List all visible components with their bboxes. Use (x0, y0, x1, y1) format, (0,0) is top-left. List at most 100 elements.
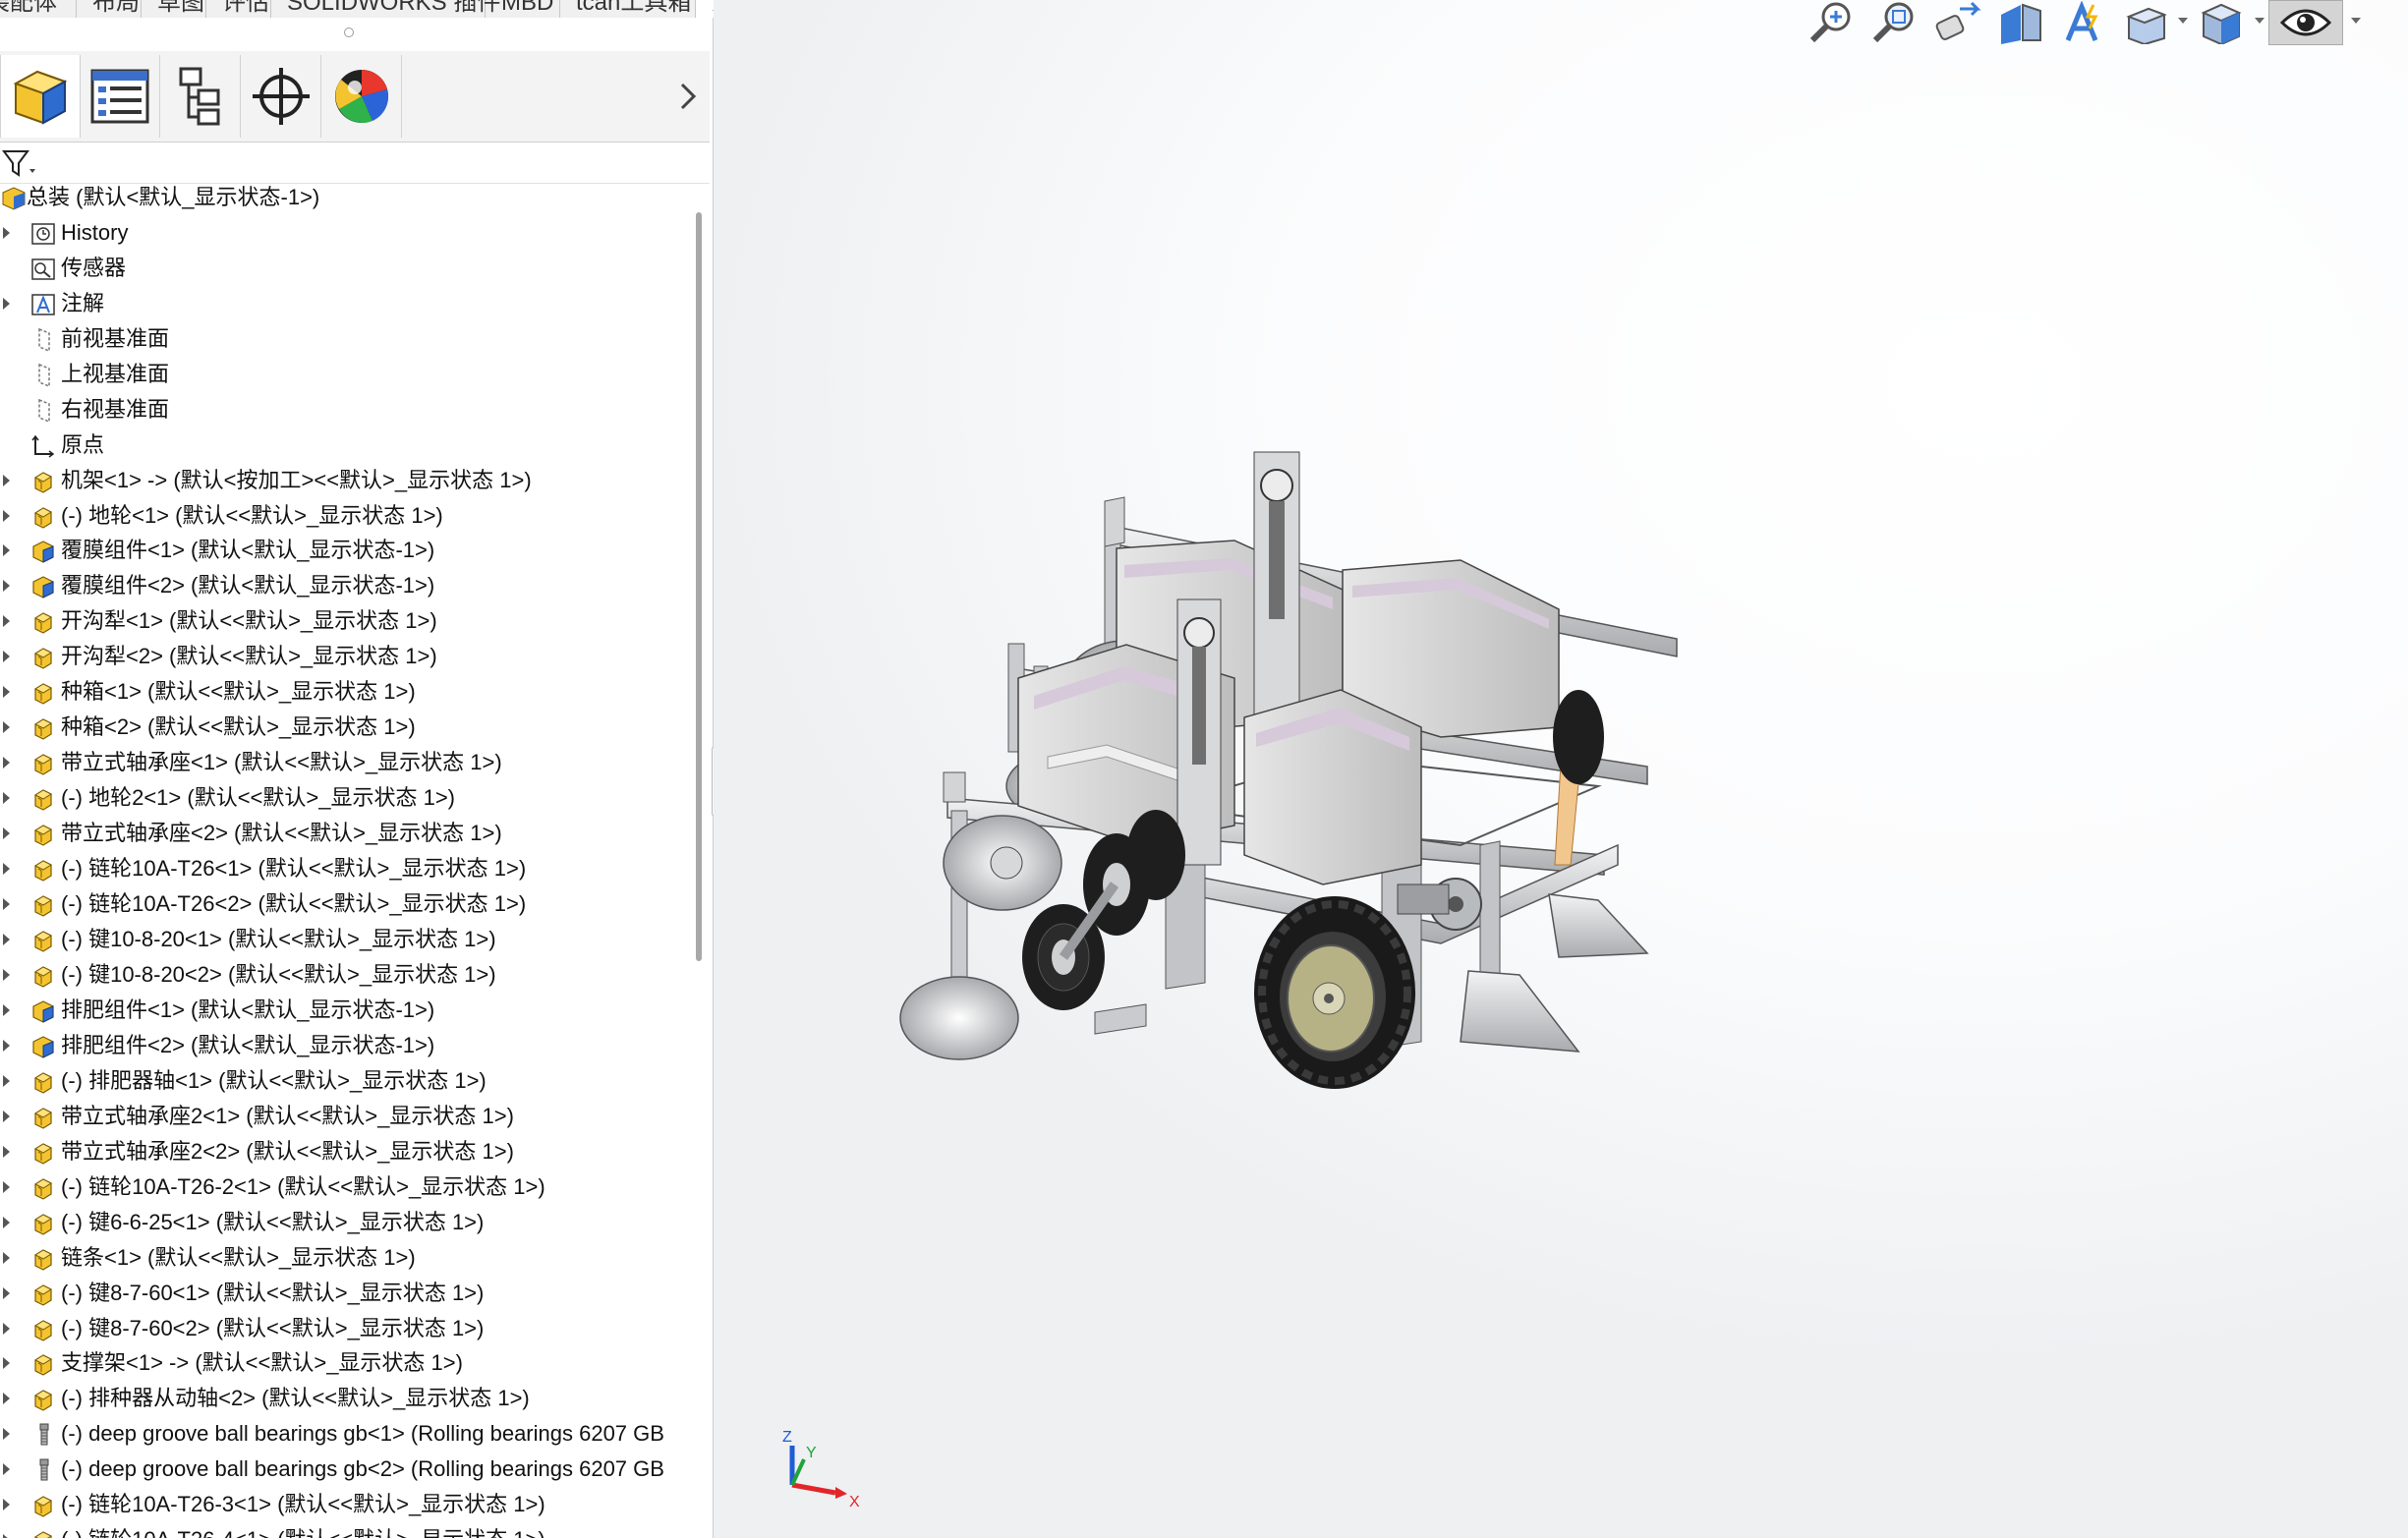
tree-item[interactable]: 带立式轴承座<1> (默认<<默认>_显示状态 1>) (0, 745, 688, 780)
ribbon-tab[interactable]: 草图 (142, 0, 206, 18)
expand-arrow-icon[interactable] (3, 1357, 10, 1370)
expand-arrow-icon[interactable] (3, 1393, 10, 1405)
expand-arrow-icon[interactable] (3, 544, 10, 557)
tree-item[interactable]: 种箱<1> (默认<<默认>_显示状态 1>) (0, 674, 688, 710)
expand-arrow-icon[interactable] (3, 226, 10, 239)
view-orientation-button[interactable] (2117, 0, 2176, 45)
ribbon-tab[interactable]: SOLIDWORKS 插件 (271, 0, 500, 18)
tree-item[interactable]: 排肥组件<1> (默认<默认_显示状态-1>) (0, 993, 688, 1028)
tree-item[interactable]: (-) 链轮10A-T26<1> (默认<<默认>_显示状态 1>) (0, 851, 688, 886)
expand-arrow-icon[interactable] (3, 1145, 10, 1158)
expand-arrow-icon[interactable] (3, 615, 10, 628)
expand-arrow-icon[interactable] (3, 1180, 10, 1193)
ribbon-tab[interactable]: tcan工具箱 (560, 0, 696, 18)
expand-arrow-icon[interactable] (3, 1039, 10, 1052)
expand-arrow-icon[interactable] (3, 686, 10, 699)
expand-arrow-icon[interactable] (3, 898, 10, 911)
display-style-dropdown-icon[interactable] (2255, 18, 2265, 24)
tree-item[interactable]: (-) 地轮<1> (默认<<默认>_显示状态 1>) (0, 498, 688, 534)
expand-arrow-icon[interactable] (3, 792, 10, 805)
expand-arrow-icon[interactable] (3, 1216, 10, 1228)
expand-arrow-icon[interactable] (3, 1251, 10, 1264)
tree-item[interactable]: 带立式轴承座<2> (默认<<默认>_显示状态 1>) (0, 816, 688, 851)
tree-item[interactable]: (-) 键10-8-20<1> (默认<<默认>_显示状态 1>) (0, 922, 688, 957)
graphics-area[interactable]: X Y Z (714, 0, 2408, 1538)
expand-arrow-icon[interactable] (3, 1110, 10, 1122)
ribbon-tab[interactable]: 评估 (206, 0, 271, 18)
expand-arrow-icon[interactable] (3, 933, 10, 945)
tree-item[interactable]: History (0, 215, 688, 251)
tree-item[interactable]: (-) deep groove ball bearings gb<1> (Rol… (0, 1416, 688, 1452)
ribbon-tab[interactable]: 装配体 (0, 0, 77, 18)
expand-arrow-icon[interactable] (3, 1003, 10, 1016)
tree-item[interactable]: 链条<1> (默认<<默认>_显示状态 1>) (0, 1240, 688, 1276)
tree-item[interactable]: 前视基准面 (0, 321, 688, 357)
expand-arrow-icon[interactable] (3, 968, 10, 981)
tree-item[interactable]: (-) 链轮10A-T26-2<1> (默认<<默认>_显示状态 1>) (0, 1169, 688, 1205)
tree-item[interactable]: (-) 键6-6-25<1> (默认<<默认>_显示状态 1>) (0, 1205, 688, 1240)
tree-item[interactable]: 原点 (0, 427, 688, 463)
panel-grip-icon[interactable] (344, 28, 354, 37)
expand-arrow-icon[interactable] (3, 863, 10, 876)
tree-item[interactable]: 开沟犁<1> (默认<<默认>_显示状态 1>) (0, 603, 688, 639)
tree-item[interactable]: 覆膜组件<1> (默认<默认_显示状态-1>) (0, 533, 688, 568)
chevron-right-icon[interactable] (676, 79, 700, 114)
expand-arrow-icon[interactable] (3, 474, 10, 486)
zoom-to-area-button[interactable] (1865, 0, 1924, 45)
expand-arrow-icon[interactable] (3, 509, 10, 522)
filter-icon[interactable] (2, 149, 37, 179)
dynamic-annotation-button[interactable] (2054, 0, 2113, 45)
tree-item[interactable]: 覆膜组件<2> (默认<默认_显示状态-1>) (0, 568, 688, 603)
expand-arrow-icon[interactable] (3, 1463, 10, 1476)
tree-item[interactable]: (-) 链轮10A-T26<2> (默认<<默认>_显示状态 1>) (0, 886, 688, 922)
propertymanager-tab[interactable] (81, 55, 160, 138)
tree-item[interactable]: 支撑架<1> -> (默认<<默认>_显示状态 1>) (0, 1345, 688, 1381)
tree-item[interactable]: (-) 链轮10A-T26-4<1> (默认<<默认>_显示状态 1>) (0, 1522, 688, 1538)
featuremanager-tab[interactable] (0, 55, 81, 138)
expand-arrow-icon[interactable] (3, 1534, 10, 1538)
tree-scrollbar[interactable] (696, 212, 702, 961)
section-view-button[interactable] (1991, 0, 2050, 45)
expand-arrow-icon[interactable] (3, 1074, 10, 1087)
expand-arrow-icon[interactable] (3, 651, 10, 663)
expand-arrow-icon[interactable] (3, 721, 10, 734)
tree-item[interactable]: (-) 键8-7-60<2> (默认<<默认>_显示状态 1>) (0, 1311, 688, 1346)
expand-arrow-icon[interactable] (3, 580, 10, 593)
expand-arrow-icon[interactable] (3, 297, 10, 310)
dimxpert-tab[interactable] (242, 55, 321, 138)
expand-arrow-icon[interactable] (3, 827, 10, 840)
tree-item[interactable]: 机架<1> -> (默认<按加工><<默认>_显示状态 1>) (0, 463, 688, 498)
tree-item[interactable]: 右视基准面 (0, 392, 688, 427)
displaymanager-tab[interactable] (322, 55, 402, 138)
tree-item[interactable]: (-) deep groove ball bearings gb<2> (Rol… (0, 1452, 688, 1487)
tree-item[interactable]: 传感器 (0, 251, 688, 286)
ribbon-tab[interactable]: 布局 (77, 0, 142, 18)
expand-arrow-icon[interactable] (3, 1428, 10, 1441)
tree-item[interactable]: 带立式轴承座2<2> (默认<<默认>_显示状态 1>) (0, 1134, 688, 1169)
ribbon-tab[interactable]: MBD (486, 0, 560, 18)
hide-show-items-button[interactable] (2268, 0, 2343, 45)
previous-view-button[interactable] (1928, 0, 1987, 45)
expand-arrow-icon[interactable] (3, 757, 10, 769)
tree-item[interactable]: 注解 (0, 286, 688, 321)
expand-arrow-icon[interactable] (3, 1499, 10, 1511)
tree-item[interactable]: (-) 排种器从动轴<2> (默认<<默认>_显示状态 1>) (0, 1381, 688, 1416)
expand-arrow-icon[interactable] (3, 1286, 10, 1299)
display-style-button[interactable] (2192, 0, 2251, 45)
tree-item[interactable]: (-) 链轮10A-T26-3<1> (默认<<默认>_显示状态 1>) (0, 1487, 688, 1522)
tree-item[interactable]: 种箱<2> (默认<<默认>_显示状态 1>) (0, 710, 688, 745)
hide-show-dropdown-icon[interactable] (2351, 18, 2361, 24)
tree-root-item[interactable]: 总装 (默认<默认_显示状态-1>) (0, 183, 688, 215)
configurationmanager-tab[interactable] (161, 55, 241, 138)
tree-item[interactable]: 开沟犁<2> (默认<<默认>_显示状态 1>) (0, 639, 688, 674)
view-orientation-dropdown-icon[interactable] (2178, 18, 2188, 24)
expand-arrow-icon[interactable] (3, 1322, 10, 1335)
tree-item[interactable]: 上视基准面 (0, 357, 688, 392)
tree-item[interactable]: (-) 键10-8-20<2> (默认<<默认>_显示状态 1>) (0, 957, 688, 993)
tree-item[interactable]: 带立式轴承座2<1> (默认<<默认>_显示状态 1>) (0, 1099, 688, 1134)
tree-item[interactable]: (-) 排肥器轴<1> (默认<<默认>_显示状态 1>) (0, 1063, 688, 1099)
tree-item[interactable]: 排肥组件<2> (默认<默认_显示状态-1>) (0, 1028, 688, 1063)
assembly-3d-model[interactable] (871, 432, 1854, 1179)
tree-item[interactable]: (-) 键8-7-60<1> (默认<<默认>_显示状态 1>) (0, 1276, 688, 1311)
tree-item[interactable]: (-) 地轮2<1> (默认<<默认>_显示状态 1>) (0, 780, 688, 816)
